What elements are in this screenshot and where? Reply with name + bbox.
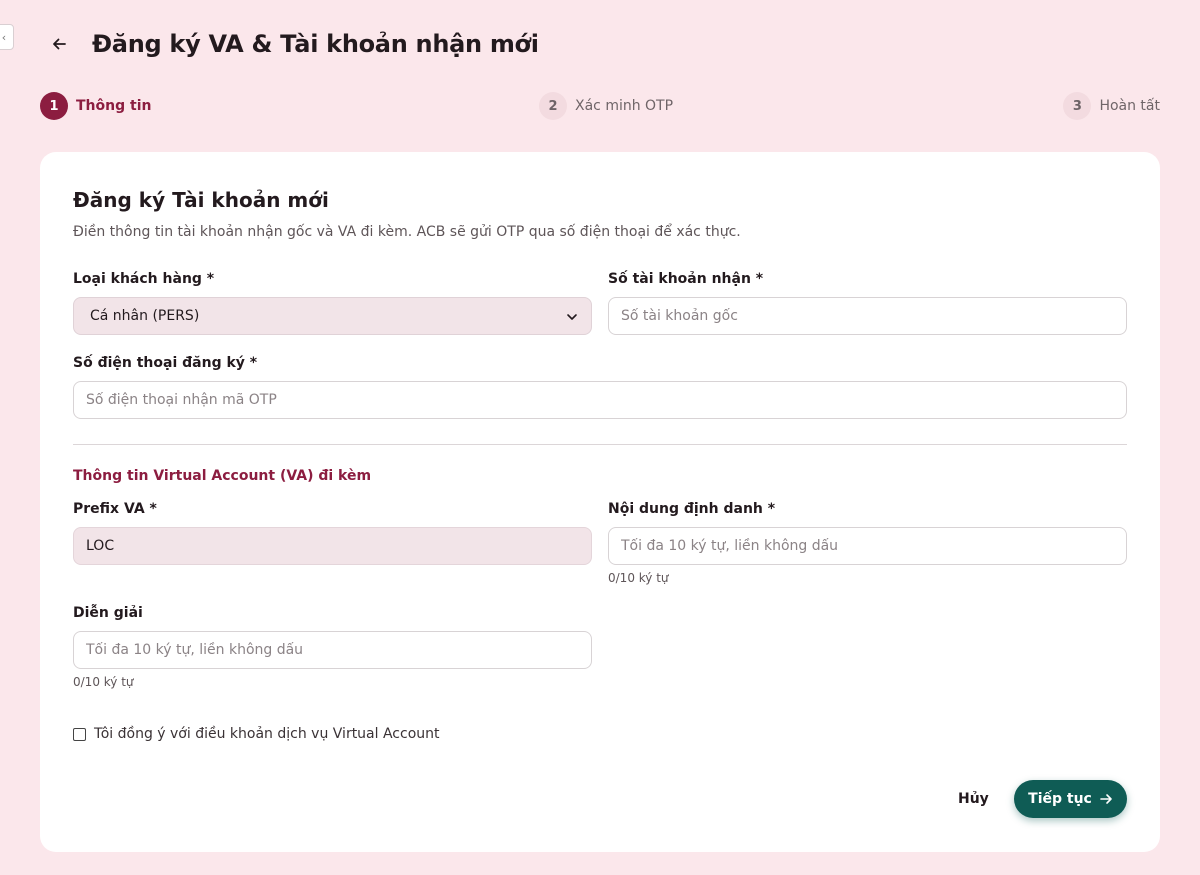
next-button-label: Tiếp tục [1028, 791, 1092, 807]
form-title: Đăng ký Tài khoản mới [73, 188, 329, 212]
page-title: Đăng ký VA & Tài khoản nhận mới [92, 30, 539, 58]
phone-label: Số điện thoại đăng ký * [73, 355, 258, 371]
page-header: Đăng ký VA & Tài khoản nhận mới [46, 30, 539, 58]
description-input[interactable] [73, 631, 592, 669]
step-complete: 3 Hoàn tất [1063, 92, 1160, 120]
step-label: Thông tin [76, 98, 152, 114]
arrow-right-icon [1100, 794, 1112, 804]
back-button[interactable] [46, 31, 72, 57]
customer-type-select[interactable]: Cá nhân (PERS) [73, 297, 592, 335]
registration-card: Đăng ký Tài khoản mới Điền thông tin tài… [40, 152, 1160, 852]
side-panel-toggle[interactable]: ‹ [0, 24, 14, 50]
step-number: 3 [1063, 92, 1092, 120]
account-number-label: Số tài khoản nhận * [608, 271, 764, 287]
section-divider [73, 444, 1127, 445]
stepper: 1 Thông tin 2 Xác minh OTP 3 Hoàn tất [40, 92, 1160, 120]
va-section-title: Thông tin Virtual Account (VA) đi kèm [73, 468, 372, 484]
prefix-va-input[interactable] [73, 527, 592, 565]
identifier-counter: 0/10 ký tự [608, 571, 669, 585]
prefix-va-label: Prefix VA * [73, 501, 157, 517]
description-label: Diễn giải [73, 605, 143, 621]
next-button[interactable]: Tiếp tục [1014, 780, 1127, 818]
step-label: Hoàn tất [1099, 98, 1160, 114]
identifier-input[interactable] [608, 527, 1127, 565]
step-number: 2 [539, 92, 567, 120]
step-info: 1 Thông tin [40, 92, 151, 120]
terms-checkbox[interactable] [73, 727, 86, 741]
step-number: 1 [40, 92, 68, 120]
description-counter: 0/10 ký tự [73, 675, 134, 689]
phone-input[interactable] [73, 381, 1127, 419]
arrow-left-icon [53, 38, 66, 50]
terms-row: Tôi đồng ý với điều khoản dịch vụ Virtua… [73, 726, 440, 742]
cancel-button[interactable]: Hủy [948, 782, 999, 816]
terms-label[interactable]: Tôi đồng ý với điều khoản dịch vụ Virtua… [94, 726, 440, 742]
form-description: Điền thông tin tài khoản nhận gốc và VA … [73, 224, 741, 240]
account-number-input[interactable] [608, 297, 1127, 335]
customer-type-value: Cá nhân (PERS) [90, 308, 200, 324]
customer-type-label: Loại khách hàng * [73, 271, 215, 287]
step-label: Xác minh OTP [575, 98, 674, 114]
step-otp: 2 Xác minh OTP [539, 92, 673, 120]
chevron-down-icon [567, 314, 577, 320]
identifier-label: Nội dung định danh * [608, 501, 776, 517]
